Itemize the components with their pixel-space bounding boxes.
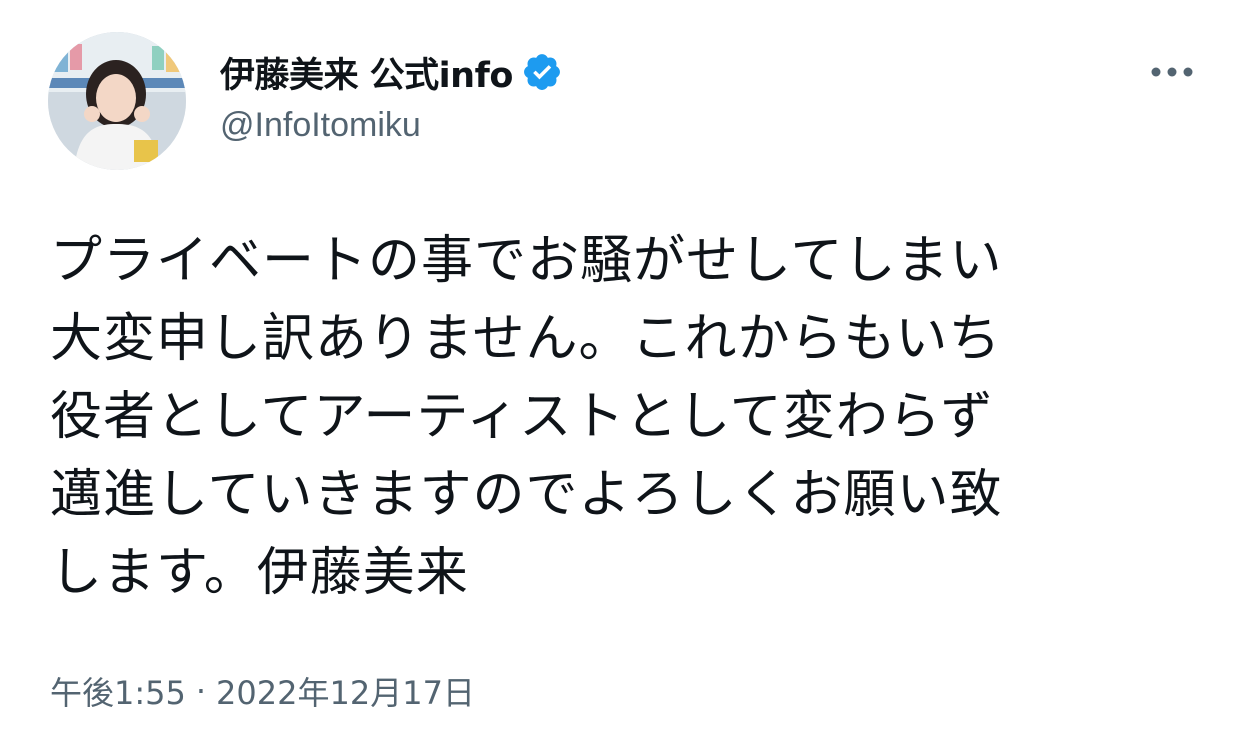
tweet-timestamp[interactable]: 午後1:55 · 2022年12月17日 [50, 668, 475, 714]
tweet: 伊藤美来 公式info @InfoItomiku プライベートの事でお騒がせして… [0, 0, 1242, 730]
author-name-row: 伊藤美来 公式info [220, 44, 563, 100]
author-display-name[interactable]: 伊藤美来 公式info [220, 47, 513, 98]
tweet-text-line: 邁進していきますのでよろしくお願い致 [50, 465, 1003, 525]
tweet-text: プライベートの事でお騒がせしてしまい 大変申し訳ありません。これからもいち 役者… [50, 222, 1200, 612]
tweet-text-line: 大変申し訳ありません。これからもいち [50, 309, 1002, 369]
avatar-image [48, 32, 186, 170]
tweet-text-line: プライベートの事でお騒がせしてしまい [50, 231, 1003, 291]
tweet-text-line: します。伊藤美来 [50, 543, 469, 603]
tweet-date: 2022年12月17日 [216, 674, 475, 712]
verified-badge-icon [521, 51, 563, 93]
author-handle[interactable]: @InfoItomiku [220, 106, 421, 145]
meta-separator: · [195, 672, 207, 710]
tweet-time: 午後1:55 [50, 674, 186, 712]
more-horizontal-icon [1151, 67, 1193, 77]
more-options-button[interactable] [1140, 52, 1204, 92]
avatar[interactable] [48, 32, 186, 170]
tweet-text-line: 役者としてアーティストとして変わらず [50, 387, 994, 447]
